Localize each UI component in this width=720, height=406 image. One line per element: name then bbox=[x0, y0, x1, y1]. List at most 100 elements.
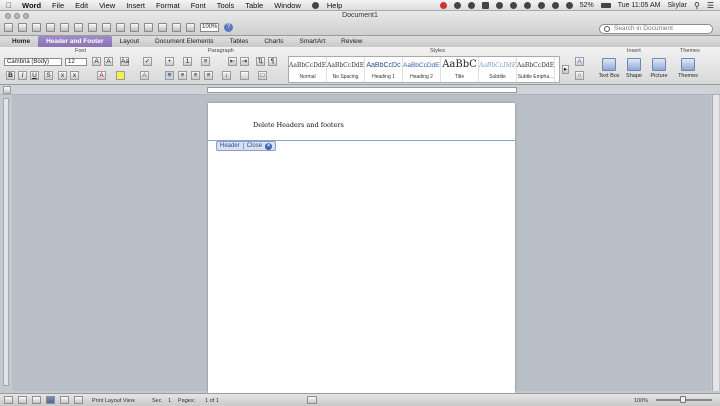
superscript-button[interactable]: x bbox=[58, 71, 67, 80]
italic-button[interactable]: I bbox=[18, 71, 27, 80]
manage-styles-icon[interactable]: ○ bbox=[575, 71, 584, 80]
redo-icon[interactable] bbox=[130, 23, 139, 32]
media-browser-icon[interactable] bbox=[186, 23, 195, 32]
align-center-icon[interactable]: ≡ bbox=[178, 71, 187, 80]
menu-file[interactable]: File bbox=[52, 1, 64, 10]
dropbox-icon[interactable] bbox=[467, 2, 475, 9]
increase-indent-icon[interactable]: ⇥ bbox=[240, 57, 249, 66]
shrink-font-icon[interactable]: A bbox=[104, 57, 113, 66]
tab-home[interactable]: Home bbox=[4, 36, 38, 47]
picture-button[interactable]: Picture bbox=[647, 58, 671, 79]
pilcrow-icon[interactable] bbox=[144, 23, 153, 32]
key-icon[interactable] bbox=[509, 2, 517, 9]
subscript-button[interactable]: x bbox=[70, 71, 79, 80]
menu-window[interactable]: Window bbox=[274, 1, 301, 10]
record-icon[interactable] bbox=[439, 2, 447, 9]
text-styles-icon[interactable]: A bbox=[575, 57, 584, 66]
wifi-icon[interactable] bbox=[551, 2, 559, 9]
open-icon[interactable] bbox=[32, 23, 41, 32]
focus-view-button[interactable] bbox=[74, 396, 83, 404]
menu-edit[interactable]: Edit bbox=[75, 1, 88, 10]
save-icon[interactable] bbox=[46, 23, 55, 32]
templates-icon[interactable] bbox=[18, 23, 27, 32]
vertical-scrollbar[interactable] bbox=[712, 95, 719, 391]
menu-view[interactable]: View bbox=[99, 1, 115, 10]
battery-icon[interactable] bbox=[600, 3, 611, 8]
grow-font-icon[interactable]: A bbox=[92, 57, 101, 66]
sort-icon[interactable]: ⇅ bbox=[256, 57, 265, 66]
bold-button[interactable]: B bbox=[6, 71, 15, 80]
tab-smartart[interactable]: SmartArt bbox=[292, 36, 334, 47]
justify-icon[interactable]: ≡ bbox=[204, 71, 213, 80]
show-formatting-icon[interactable]: ¶ bbox=[268, 57, 277, 66]
gallery-icon[interactable] bbox=[172, 23, 181, 32]
menu-insert[interactable]: Insert bbox=[126, 1, 145, 10]
help-icon[interactable]: ? bbox=[224, 23, 233, 32]
clear-formatting-icon[interactable]: ✓ bbox=[143, 57, 152, 66]
script-menu-icon[interactable] bbox=[311, 1, 319, 9]
paste-icon[interactable] bbox=[88, 23, 97, 32]
font-size-select[interactable]: 12 bbox=[65, 58, 87, 66]
print-icon[interactable] bbox=[60, 23, 69, 32]
tab-document-elements[interactable]: Document Elements bbox=[147, 36, 222, 47]
clock[interactable]: Tue 11:05 AM bbox=[618, 2, 661, 9]
spelling-status-icon[interactable] bbox=[307, 396, 317, 404]
shading-icon[interactable] bbox=[240, 71, 249, 80]
vertical-ruler[interactable] bbox=[3, 98, 9, 386]
publishing-view-button[interactable] bbox=[32, 396, 41, 404]
close-header-button[interactable]: Close bbox=[247, 143, 262, 149]
align-left-icon[interactable]: ≡ bbox=[165, 71, 174, 80]
style-heading-1[interactable]: AaBbCcDc Heading 1 bbox=[365, 57, 403, 82]
zoom-slider-handle[interactable] bbox=[680, 396, 686, 403]
menu-tools[interactable]: Tools bbox=[217, 1, 235, 10]
text-effects-icon[interactable]: A bbox=[140, 71, 149, 80]
sync-icon[interactable] bbox=[495, 2, 503, 9]
style-subtitle[interactable]: AaBbCcDdE Subtitle bbox=[479, 57, 517, 82]
change-case-icon[interactable]: Aa bbox=[120, 57, 129, 66]
volume-icon[interactable] bbox=[565, 2, 573, 9]
tab-selector-icon[interactable] bbox=[3, 86, 11, 94]
close-header-icon[interactable]: ✕ bbox=[265, 142, 273, 150]
style-title[interactable]: AaBbC Title bbox=[441, 57, 479, 82]
tab-charts[interactable]: Charts bbox=[256, 36, 291, 47]
style-normal[interactable]: AaBbCcDdEe Normal bbox=[289, 57, 327, 82]
horizontal-ruler[interactable] bbox=[207, 87, 517, 93]
user-name[interactable]: Skylar bbox=[668, 2, 687, 9]
menu-table[interactable]: Table bbox=[245, 1, 263, 10]
undo-icon[interactable] bbox=[116, 23, 125, 32]
menu-font[interactable]: Font bbox=[191, 1, 206, 10]
bullets-icon[interactable]: • bbox=[165, 57, 174, 66]
menu-help[interactable]: Help bbox=[327, 1, 342, 10]
style-subtle-empha[interactable]: AaBbCcDdEe Subtle Empha... bbox=[517, 57, 555, 82]
menu-word[interactable]: Word bbox=[22, 1, 41, 10]
display-icon[interactable] bbox=[481, 2, 489, 9]
style-no-spacing[interactable]: AaBbCcDdEe No Spacing bbox=[327, 57, 365, 82]
print-layout-view-button[interactable] bbox=[46, 396, 55, 404]
zoom-slider[interactable] bbox=[656, 396, 712, 403]
format-painter-icon[interactable] bbox=[102, 23, 111, 32]
list-icon[interactable]: ☰ bbox=[707, 1, 714, 10]
font-name-select[interactable]: Cambria (Body) bbox=[4, 58, 62, 66]
strikethrough-button[interactable]: S bbox=[44, 71, 53, 80]
apple-icon[interactable]:  bbox=[6, 1, 12, 10]
align-right-icon[interactable]: ≡ bbox=[191, 71, 200, 80]
zoom-select[interactable]: 100% bbox=[200, 23, 219, 32]
underline-button[interactable]: U bbox=[30, 71, 39, 80]
cut-icon[interactable] bbox=[74, 23, 83, 32]
numbering-icon[interactable]: 1 bbox=[183, 57, 192, 66]
new-document-icon[interactable] bbox=[4, 23, 13, 32]
styles-next-button[interactable]: ▸ bbox=[562, 65, 569, 74]
search-input[interactable]: Search in Document bbox=[599, 24, 713, 34]
bluetooth-icon[interactable] bbox=[523, 2, 531, 9]
tab-tables[interactable]: Tables bbox=[222, 36, 257, 47]
tab-layout[interactable]: Layout bbox=[112, 36, 148, 47]
decrease-indent-icon[interactable]: ⇤ bbox=[228, 57, 237, 66]
line-spacing-icon[interactable]: ↕ bbox=[222, 71, 231, 80]
borders-icon[interactable]: □ bbox=[258, 71, 267, 80]
gear-icon[interactable] bbox=[453, 2, 461, 9]
sidebar-icon[interactable] bbox=[158, 23, 167, 32]
spotlight-icon[interactable]: ⚲ bbox=[694, 1, 700, 10]
themes-button[interactable]: Themes bbox=[676, 58, 700, 79]
tab-review[interactable]: Review bbox=[333, 36, 370, 47]
outline-view-button[interactable] bbox=[18, 396, 27, 404]
